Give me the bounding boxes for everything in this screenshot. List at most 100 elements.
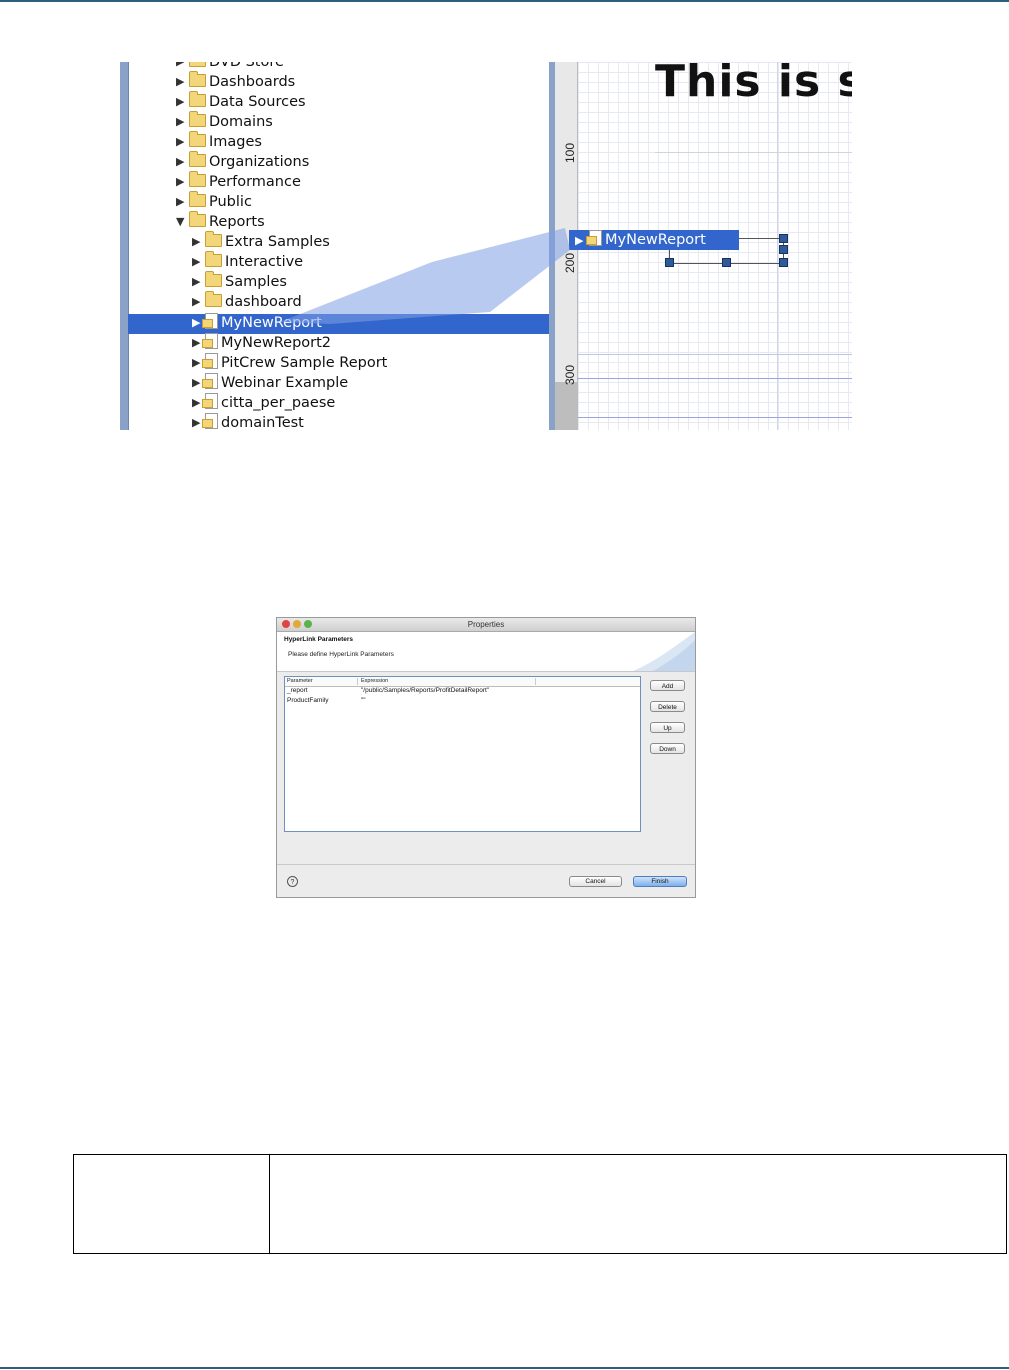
tree-item-label: MyNewReport <box>221 315 322 331</box>
column-separator <box>357 678 358 685</box>
folder-icon <box>189 151 206 167</box>
folder-icon <box>205 251 222 267</box>
tree-item[interactable]: ▶ dashboard <box>192 291 302 312</box>
column-header-expression[interactable]: Expression <box>361 677 388 686</box>
tree-item[interactable]: ▶ PitCrew Sample Report <box>192 353 387 373</box>
resize-handle[interactable] <box>779 245 788 254</box>
expand-arrow-icon[interactable]: ▶ <box>176 112 187 132</box>
tree-item[interactable]: ▼ Reports <box>176 211 265 232</box>
folder-icon <box>205 271 222 287</box>
expand-arrow-icon[interactable]: ▶ <box>176 192 187 212</box>
bottom-rule <box>0 1367 1009 1369</box>
table-header: Parameter Expression <box>285 677 640 687</box>
top-rule <box>0 0 1009 2</box>
repository-tree-panel: ▶ DVD Store ▶ Dashboards ▶ Data Sources ▶ Domai… <box>120 62 555 430</box>
collapse-arrow-icon[interactable]: ▼ <box>176 212 187 232</box>
expand-arrow-icon[interactable]: ▶ <box>192 232 203 252</box>
folder-icon <box>189 191 206 207</box>
table-column-divider <box>269 1155 270 1253</box>
expand-arrow-icon[interactable]: ▶ <box>176 152 187 172</box>
tree-item-label: Domains <box>209 114 273 130</box>
tree-item-label: Public <box>209 194 252 210</box>
tree-item[interactable]: ▶ Public <box>176 191 252 212</box>
report-icon <box>202 353 218 369</box>
add-button[interactable]: Add <box>650 680 685 691</box>
report-icon <box>202 413 218 429</box>
resize-handle[interactable] <box>779 234 788 243</box>
tree-item[interactable]: ▶ citta_per_paese <box>192 393 335 413</box>
expand-arrow-icon[interactable]: ▶ <box>176 132 187 152</box>
band-guide-line <box>578 378 852 379</box>
repository-drag-screenshot: ▶ DVD Store ▶ Dashboards ▶ Data Sources ▶ Domai… <box>120 62 852 430</box>
expand-arrow-icon[interactable]: ▶ <box>192 252 203 272</box>
properties-dialog: Properties HyperLink Parameters Please d… <box>276 617 696 898</box>
folder-icon <box>189 91 206 107</box>
resize-handle[interactable] <box>722 258 731 267</box>
expand-arrow-icon[interactable]: ▶ <box>176 72 187 92</box>
column-header-parameter[interactable]: Parameter <box>287 677 313 686</box>
tree-item[interactable]: ▶ Organizations <box>176 151 310 172</box>
tree-item[interactable]: ▶ Samples <box>192 271 287 292</box>
band-guide-line <box>655 152 852 153</box>
parameter-cell: _report <box>287 687 308 694</box>
dialog-header-subtitle: Please define HyperLink Parameters <box>288 651 394 658</box>
tree-item[interactable]: ▶ Dashboards <box>176 71 295 92</box>
dialog-header: HyperLink Parameters Please define Hyper… <box>277 632 695 672</box>
tree-item-label: citta_per_paese <box>221 395 336 411</box>
tree-item[interactable]: ▶ Data Sources <box>176 91 306 112</box>
tree-item-label: Images <box>209 134 262 150</box>
tree-panel-left-border <box>120 62 129 430</box>
ruler-label-200: 200 <box>563 252 577 274</box>
tree-item-label: Webinar Example <box>221 375 349 391</box>
down-button[interactable]: Down <box>650 743 685 754</box>
dialog-footer-divider <box>277 864 695 865</box>
header-swoosh-graphic <box>633 632 695 671</box>
tree-item[interactable]: ▶ MyNewReport <box>192 313 322 333</box>
tree-item[interactable]: ▶ Images <box>176 131 262 152</box>
expand-arrow-icon[interactable]: ▶ <box>176 172 187 192</box>
tree-item-label: Organizations <box>209 154 310 170</box>
tree-item-label: domainTest <box>221 415 304 430</box>
canvas-static-text[interactable]: This is s <box>655 62 852 107</box>
tree-item-label: Extra Samples <box>225 234 330 250</box>
tree-item[interactable]: ▶ Performance <box>176 171 301 192</box>
help-icon[interactable]: ? <box>287 876 298 887</box>
tree-item-label: DVD Store <box>209 62 284 70</box>
folder-icon <box>205 291 222 307</box>
band-guide-line <box>578 354 852 355</box>
cancel-button[interactable]: Cancel <box>569 876 622 887</box>
report-icon <box>202 313 218 329</box>
tree-item[interactable]: ▶ Extra Samples <box>192 231 330 252</box>
report-icon <box>202 333 218 349</box>
expand-arrow-icon[interactable]: ▶ <box>192 292 203 312</box>
document-note-table <box>73 1154 1007 1254</box>
tree-item[interactable]: ▶ domainTest <box>192 413 304 430</box>
column-separator <box>535 678 536 685</box>
resize-handle[interactable] <box>779 258 788 267</box>
band-guide-line <box>578 417 852 418</box>
up-button[interactable]: Up <box>650 722 685 733</box>
expand-arrow-icon[interactable]: ▶ <box>176 92 187 112</box>
tree-item[interactable]: ▶ Interactive <box>192 251 303 272</box>
tree-item[interactable]: ▶ Webinar Example <box>192 373 348 393</box>
tree-item[interactable]: ▶ Domains <box>176 111 273 132</box>
dialog-titlebar[interactable]: Properties <box>277 618 695 632</box>
drag-ghost-item: ▶ MyNewReport <box>569 230 739 250</box>
resize-handle[interactable] <box>665 258 674 267</box>
parameter-cell: ProductFamily <box>287 697 329 704</box>
expand-arrow-icon[interactable]: ▶ <box>176 62 187 72</box>
report-icon <box>202 393 218 409</box>
tree-item-label: Samples <box>225 274 287 290</box>
delete-button[interactable]: Delete <box>650 701 685 712</box>
folder-icon <box>189 111 206 127</box>
folder-icon <box>189 171 206 187</box>
tree-item[interactable]: ▶ MyNewReport2 <box>192 333 331 353</box>
parameters-table[interactable]: Parameter Expression _report "/public/Sa… <box>284 676 641 832</box>
folder-icon <box>189 62 206 67</box>
finish-button[interactable]: Finish <box>633 876 687 887</box>
dialog-header-title: HyperLink Parameters <box>284 636 354 643</box>
expand-arrow-icon[interactable]: ▶ <box>192 272 203 292</box>
ruler-label-100: 100 <box>563 142 577 164</box>
folder-icon <box>189 211 206 227</box>
dialog-title: Properties <box>467 620 505 629</box>
